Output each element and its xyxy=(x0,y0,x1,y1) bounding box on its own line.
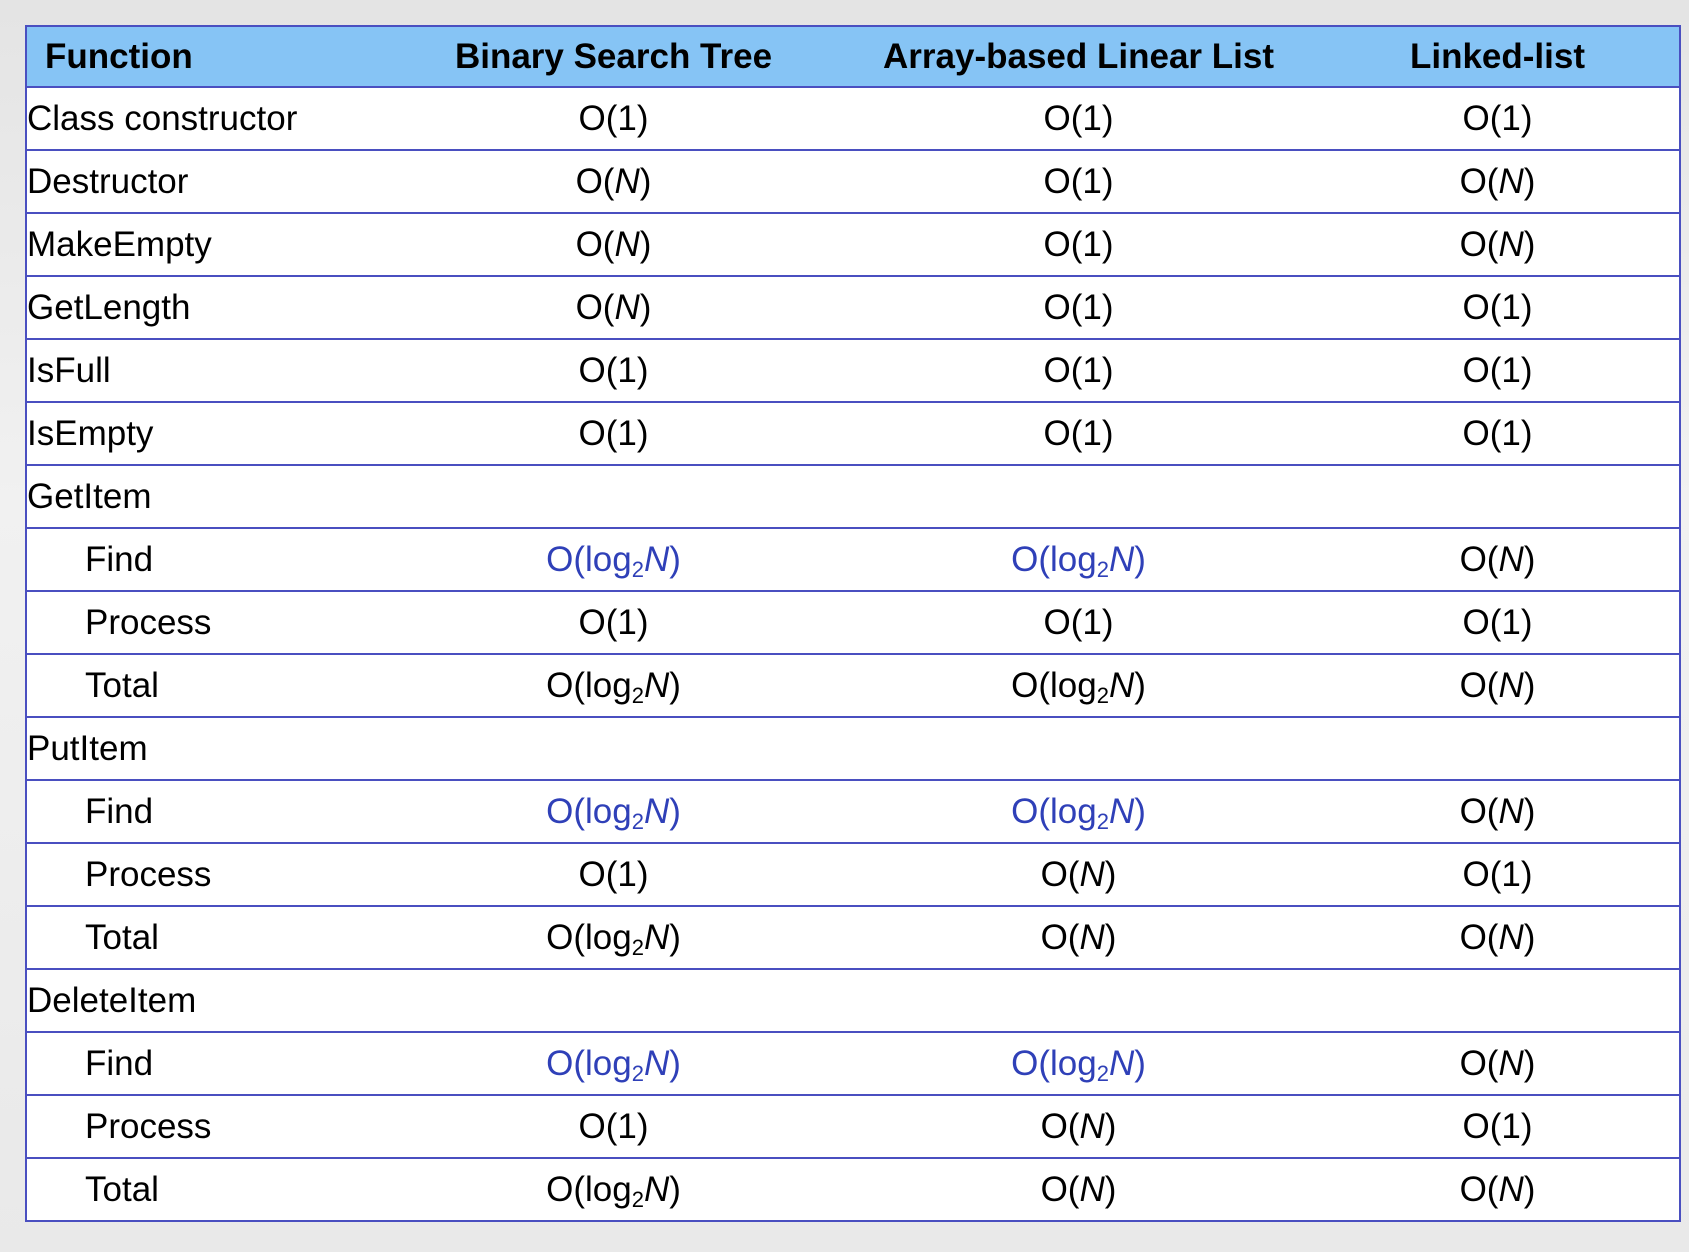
function-name-cell: Process xyxy=(25,590,386,655)
function-name-cell: IsFull xyxy=(25,338,386,403)
header-function: Function xyxy=(25,25,386,88)
bst-complexity-cell: O(1) xyxy=(386,401,841,466)
function-name-cell: PutItem xyxy=(25,716,386,781)
bst-complexity-cell: O(log2N) xyxy=(386,1031,841,1096)
function-name-cell: Find xyxy=(25,779,386,844)
linked-list-complexity-cell: O(1) xyxy=(1316,1094,1681,1159)
bst-complexity-cell: O(log2N) xyxy=(386,653,841,718)
linked-list-complexity-cell: O(1) xyxy=(1316,86,1681,151)
bst-complexity-cell: O(log2N) xyxy=(386,527,841,592)
header-array-based-linear-list: Array-based Linear List xyxy=(841,25,1316,88)
table-row: Find O(log2N) O(log2N) O(N) xyxy=(25,527,1681,592)
table-row: Process O(1) O(N) O(1) xyxy=(25,1094,1681,1159)
function-name-cell: GetItem xyxy=(25,464,386,529)
linked-list-complexity-cell xyxy=(1316,716,1681,781)
function-name-cell: Total xyxy=(25,905,386,970)
linked-list-complexity-cell: O(N) xyxy=(1316,149,1681,214)
header-binary-search-tree: Binary Search Tree xyxy=(386,25,841,88)
bst-complexity-cell: O(log2N) xyxy=(386,905,841,970)
array-list-complexity-cell: O(N) xyxy=(841,842,1316,907)
array-list-complexity-cell xyxy=(841,464,1316,529)
linked-list-complexity-cell: O(1) xyxy=(1316,842,1681,907)
function-name-cell: Class constructor xyxy=(25,86,386,151)
table-row: DeleteItem xyxy=(25,968,1681,1033)
linked-list-complexity-cell: O(1) xyxy=(1316,401,1681,466)
array-list-complexity-cell: O(1) xyxy=(841,212,1316,277)
table-row: GetLength O(N) O(1) O(1) xyxy=(25,275,1681,340)
linked-list-complexity-cell: O(N) xyxy=(1316,1157,1681,1222)
array-list-complexity-cell: O(1) xyxy=(841,338,1316,403)
array-list-complexity-cell: O(N) xyxy=(841,1157,1316,1222)
array-list-complexity-cell: O(1) xyxy=(841,149,1316,214)
linked-list-complexity-cell: O(N) xyxy=(1316,212,1681,277)
linked-list-complexity-cell: O(N) xyxy=(1316,905,1681,970)
bst-complexity-cell: O(N) xyxy=(386,275,841,340)
table-row: Process O(1) O(N) O(1) xyxy=(25,842,1681,907)
function-name-cell: GetLength xyxy=(25,275,386,340)
bst-complexity-cell xyxy=(386,716,841,781)
table-row: Process O(1) O(1) O(1) xyxy=(25,590,1681,655)
function-name-cell: Total xyxy=(25,653,386,718)
table-body: Class constructor O(1) O(1) O(1) Destructor O… xyxy=(25,86,1681,1222)
array-list-complexity-cell: O(N) xyxy=(841,1094,1316,1159)
table-row: IsFull O(1) O(1) O(1) xyxy=(25,338,1681,403)
linked-list-complexity-cell: O(1) xyxy=(1316,590,1681,655)
bst-complexity-cell: O(log2N) xyxy=(386,1157,841,1222)
function-name-cell: Destructor xyxy=(25,149,386,214)
array-list-complexity-cell xyxy=(841,716,1316,781)
linked-list-complexity-cell: O(1) xyxy=(1316,338,1681,403)
bst-complexity-cell xyxy=(386,968,841,1033)
table-row: Find O(log2N) O(log2N) O(N) xyxy=(25,1031,1681,1096)
linked-list-complexity-cell: O(1) xyxy=(1316,275,1681,340)
table-row: PutItem xyxy=(25,716,1681,781)
function-name-cell: DeleteItem xyxy=(25,968,386,1033)
linked-list-complexity-cell xyxy=(1316,464,1681,529)
bst-complexity-cell: O(1) xyxy=(386,1094,841,1159)
bst-complexity-cell: O(log2N) xyxy=(386,779,841,844)
function-name-cell: MakeEmpty xyxy=(25,212,386,277)
array-list-complexity-cell: O(1) xyxy=(841,590,1316,655)
table-row: GetItem xyxy=(25,464,1681,529)
bst-complexity-cell: O(N) xyxy=(386,149,841,214)
table-row: Total O(log2N) O(log2N) O(N) xyxy=(25,653,1681,718)
bst-complexity-cell: O(1) xyxy=(386,590,841,655)
function-name-cell: Process xyxy=(25,1094,386,1159)
table-header-row: Function Binary Search Tree Array-based … xyxy=(25,25,1681,88)
linked-list-complexity-cell: O(N) xyxy=(1316,653,1681,718)
array-list-complexity-cell: O(log2N) xyxy=(841,653,1316,718)
function-name-cell: Process xyxy=(25,842,386,907)
array-list-complexity-cell: O(1) xyxy=(841,86,1316,151)
function-name-cell: IsEmpty xyxy=(25,401,386,466)
array-list-complexity-cell: O(1) xyxy=(841,275,1316,340)
linked-list-complexity-cell: O(N) xyxy=(1316,527,1681,592)
array-list-complexity-cell xyxy=(841,968,1316,1033)
table-row: IsEmpty O(1) O(1) O(1) xyxy=(25,401,1681,466)
linked-list-complexity-cell: O(N) xyxy=(1316,1031,1681,1096)
bst-complexity-cell xyxy=(386,464,841,529)
bst-complexity-cell: O(1) xyxy=(386,86,841,151)
array-list-complexity-cell: O(log2N) xyxy=(841,1031,1316,1096)
array-list-complexity-cell: O(N) xyxy=(841,905,1316,970)
table-row: Total O(log2N) O(N) O(N) xyxy=(25,1157,1681,1222)
array-list-complexity-cell: O(1) xyxy=(841,401,1316,466)
header-linked-list: Linked-list xyxy=(1316,25,1681,88)
bst-complexity-cell: O(N) xyxy=(386,212,841,277)
linked-list-complexity-cell xyxy=(1316,968,1681,1033)
table-row: Total O(log2N) O(N) O(N) xyxy=(25,905,1681,970)
linked-list-complexity-cell: O(N) xyxy=(1316,779,1681,844)
table-row: Class constructor O(1) O(1) O(1) xyxy=(25,86,1681,151)
table-row: Destructor O(N) O(1) O(N) xyxy=(25,149,1681,214)
array-list-complexity-cell: O(log2N) xyxy=(841,779,1316,844)
table-row: Find O(log2N) O(log2N) O(N) xyxy=(25,779,1681,844)
bst-complexity-cell: O(1) xyxy=(386,842,841,907)
function-name-cell: Total xyxy=(25,1157,386,1222)
array-list-complexity-cell: O(log2N) xyxy=(841,527,1316,592)
complexity-table: Function Binary Search Tree Array-based … xyxy=(25,25,1681,1222)
table-row: MakeEmpty O(N) O(1) O(N) xyxy=(25,212,1681,277)
function-name-cell: Find xyxy=(25,1031,386,1096)
bst-complexity-cell: O(1) xyxy=(386,338,841,403)
function-name-cell: Find xyxy=(25,527,386,592)
